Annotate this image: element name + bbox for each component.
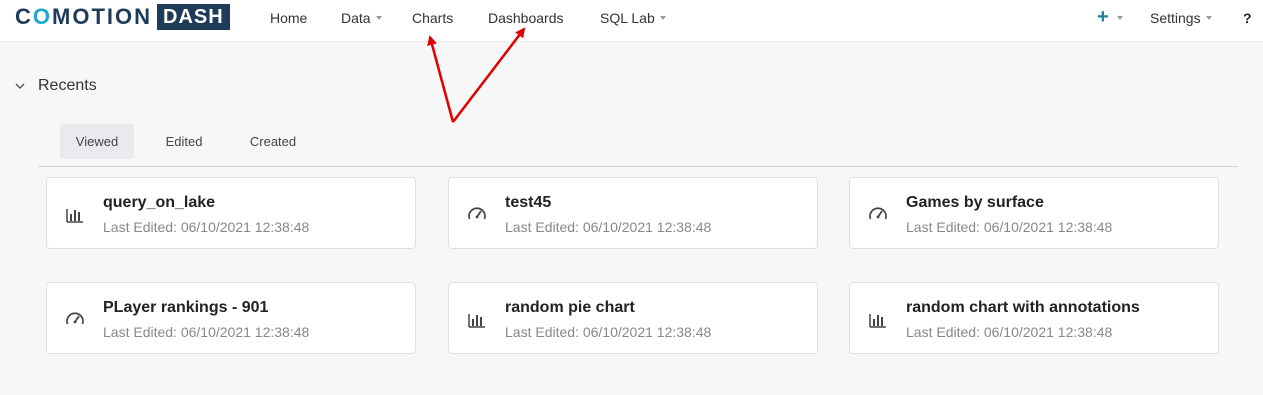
arrow-to-dashboards — [452, 27, 526, 123]
card-title[interactable]: PLayer rankings - 901 — [103, 299, 268, 317]
bar-chart-icon — [66, 209, 83, 223]
card-last-edited: Last Edited: 06/10/2021 12:38:48 — [103, 324, 310, 340]
tab-edited[interactable]: Edited — [150, 124, 218, 159]
gauge-icon — [66, 312, 84, 325]
recent-card[interactable]: Games by surface Last Edited: 06/10/2021… — [849, 177, 1219, 249]
chevron-down-icon — [15, 83, 25, 89]
recent-card[interactable]: query_on_lake Last Edited: 06/10/2021 12… — [46, 177, 416, 249]
recents-collapse-toggle[interactable]: Recents — [14, 77, 97, 95]
card-title[interactable]: query_on_lake — [103, 194, 215, 212]
recent-card[interactable]: random pie chart Last Edited: 06/10/2021… — [448, 282, 818, 354]
nav-charts[interactable]: Charts — [412, 10, 453, 26]
bar-chart-icon — [468, 314, 485, 328]
card-last-edited: Last Edited: 06/10/2021 12:38:48 — [103, 219, 310, 235]
caret-down-icon — [375, 16, 382, 21]
gauge-icon — [869, 207, 887, 220]
logo-dash-box: DASH — [157, 4, 230, 30]
help-icon[interactable]: ? — [1243, 10, 1252, 26]
comotion-dash-logo[interactable]: COMOTION DASH — [15, 4, 230, 30]
card-last-edited: Last Edited: 06/10/2021 12:38:48 — [505, 324, 712, 340]
card-title[interactable]: test45 — [505, 194, 551, 212]
nav-settings-menu[interactable]: Settings — [1150, 10, 1212, 26]
top-navbar: COMOTION DASH Home Data Charts Dashboard… — [0, 0, 1263, 42]
recent-card[interactable]: random chart with annotations Last Edite… — [849, 282, 1219, 354]
nav-dashboards[interactable]: Dashboards — [488, 10, 564, 26]
logo-wordmark: COMOTION — [15, 4, 153, 29]
card-last-edited: Last Edited: 06/10/2021 12:38:48 — [505, 219, 712, 235]
caret-down-icon[interactable] — [1117, 16, 1123, 20]
caret-down-icon — [659, 16, 666, 21]
nav-home[interactable]: Home — [270, 10, 307, 26]
tab-viewed[interactable]: Viewed — [60, 124, 134, 159]
arrow-to-charts — [427, 35, 455, 123]
card-title[interactable]: Games by surface — [906, 194, 1044, 212]
recent-card[interactable]: test45 Last Edited: 06/10/2021 12:38:48 — [448, 177, 818, 249]
card-title[interactable]: random pie chart — [505, 299, 635, 317]
bar-chart-icon — [869, 314, 886, 328]
tab-created[interactable]: Created — [236, 124, 310, 159]
nav-data-menu[interactable]: Data — [341, 10, 382, 26]
card-title[interactable]: random chart with annotations — [906, 299, 1140, 317]
caret-down-icon — [1205, 16, 1212, 21]
gauge-icon — [468, 207, 486, 220]
nav-sql-lab-menu[interactable]: SQL Lab — [600, 10, 666, 26]
recents-title: Recents — [38, 77, 97, 94]
recent-card[interactable]: PLayer rankings - 901 Last Edited: 06/10… — [46, 282, 416, 354]
card-last-edited: Last Edited: 06/10/2021 12:38:48 — [906, 324, 1113, 340]
tabs-divider — [38, 166, 1238, 167]
card-last-edited: Last Edited: 06/10/2021 12:38:48 — [906, 219, 1113, 235]
plus-icon[interactable]: + — [1097, 7, 1109, 27]
